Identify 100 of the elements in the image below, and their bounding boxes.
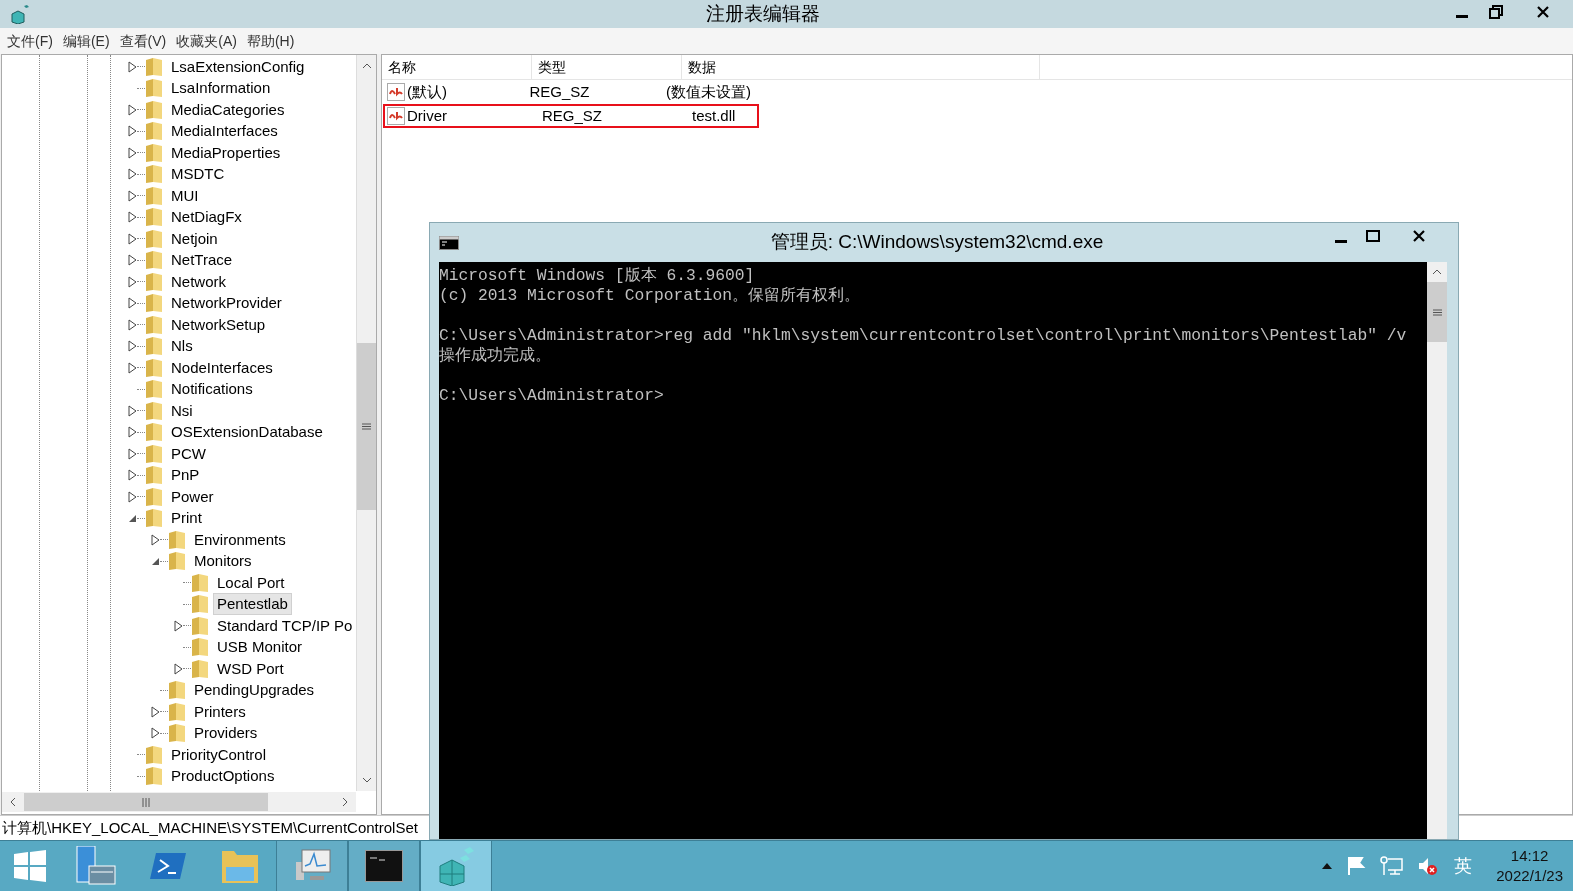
expand-arrow-icon[interactable] <box>128 340 137 353</box>
string-value-icon <box>387 83 405 101</box>
expand-arrow-icon[interactable] <box>128 125 137 138</box>
expand-arrow-icon[interactable] <box>128 404 137 417</box>
folder-icon <box>145 508 163 529</box>
powershell-icon[interactable] <box>148 851 188 881</box>
tree-item[interactable]: Printers <box>190 700 250 723</box>
tree-item[interactable]: NetworkSetup <box>167 313 270 336</box>
menu-item[interactable]: 帮助(H) <box>241 30 300 52</box>
console-icon[interactable] <box>365 850 403 882</box>
expand-arrow-icon[interactable] <box>128 232 137 245</box>
tree-item[interactable]: Network <box>167 270 230 293</box>
column-header[interactable]: 名称 <box>382 55 532 79</box>
tree-item[interactable]: PendingUpgrades <box>190 679 319 702</box>
folder-icon <box>168 701 186 722</box>
tree-item[interactable]: MediaInterfaces <box>167 120 282 143</box>
tree-item[interactable]: MediaProperties <box>167 141 285 164</box>
tree-item[interactable]: NodeInterfaces <box>167 356 277 379</box>
scroll-up-icon[interactable] <box>361 63 372 69</box>
menu-item[interactable]: 编辑(E) <box>57 30 115 52</box>
expand-arrow-icon[interactable] <box>151 533 160 546</box>
folder-icon <box>168 680 186 701</box>
tree-item[interactable]: WSD Port <box>213 657 288 680</box>
registry-value-row[interactable]: Driver REG_SZ test.dll <box>383 104 759 128</box>
expand-arrow-icon[interactable] <box>174 619 183 632</box>
expand-arrow-icon[interactable] <box>128 297 137 310</box>
console-title: 管理员: C:\Windows\system32\cmd.exe <box>769 230 1105 255</box>
menu-item[interactable]: 查看(V) <box>114 30 172 52</box>
flag-icon[interactable] <box>1346 856 1367 876</box>
tree-item[interactable]: Providers <box>190 722 262 745</box>
scrollbar[interactable] <box>356 55 376 791</box>
folder-icon <box>168 723 186 744</box>
expand-arrow-icon[interactable] <box>151 727 160 740</box>
tree-item[interactable]: Monitors <box>190 550 256 573</box>
expand-arrow-icon[interactable] <box>128 275 137 288</box>
expand-arrow-icon[interactable] <box>128 447 137 460</box>
tree-item[interactable]: Standard TCP/IP Po <box>213 614 356 637</box>
tree-item[interactable]: Nls <box>167 335 197 358</box>
tree-item[interactable]: Nsi <box>167 399 197 422</box>
show-hidden-icons-icon[interactable] <box>1322 863 1333 869</box>
expand-arrow-icon[interactable] <box>128 490 137 503</box>
registry-value-row[interactable]: (默认) REG_SZ (数值未设置) <box>383 80 759 104</box>
scroll-left-icon[interactable] <box>10 797 16 807</box>
tree-item[interactable]: PriorityControl <box>167 743 271 766</box>
expand-arrow-icon[interactable] <box>151 705 160 718</box>
tree-item[interactable]: Pentestlab <box>213 593 292 616</box>
scroll-down-icon[interactable] <box>361 777 372 783</box>
scroll-up-icon[interactable] <box>1432 269 1442 275</box>
console-line: (c) 2013 Microsoft Corporation。保留所有权利。 <box>439 286 861 305</box>
tree-item[interactable]: MSDTC <box>167 163 229 186</box>
tree-item[interactable]: PnP <box>167 464 204 487</box>
grip-icon <box>362 423 371 430</box>
console-line: 操作成功完成。 <box>439 346 551 365</box>
tree-item[interactable]: MUI <box>167 184 203 207</box>
expand-arrow-icon[interactable] <box>128 168 137 181</box>
network-icon[interactable] <box>1380 856 1405 876</box>
tree-item[interactable]: ProductOptions <box>167 765 279 788</box>
tree-item[interactable]: NetDiagFx <box>167 206 246 229</box>
scroll-right-icon[interactable] <box>342 797 348 807</box>
expand-arrow-icon[interactable] <box>128 60 137 73</box>
tree-item[interactable]: NetTrace <box>167 249 237 272</box>
scrollbar[interactable] <box>1427 262 1447 839</box>
menu-item[interactable]: 文件(F) <box>2 30 58 52</box>
clock[interactable]: 14:12 2022/1/23 <box>1496 846 1563 886</box>
tree-item[interactable]: OSExtensionDatabase <box>167 421 327 444</box>
expand-arrow-icon[interactable] <box>128 469 137 482</box>
expand-arrow-icon[interactable] <box>128 211 137 224</box>
expand-arrow-icon[interactable] <box>128 103 137 116</box>
expand-arrow-icon[interactable] <box>174 662 183 675</box>
taskbar-app[interactable] <box>348 841 420 891</box>
collapse-arrow-icon[interactable] <box>151 556 160 566</box>
expand-arrow-icon[interactable] <box>128 254 137 267</box>
tree-item[interactable]: Netjoin <box>167 227 222 250</box>
taskbar-app[interactable] <box>276 841 348 891</box>
expand-arrow-icon[interactable] <box>128 146 137 159</box>
tree-item[interactable]: PCW <box>167 442 210 465</box>
console-line: C:\Users\Administrator> <box>439 386 664 405</box>
tree-item[interactable]: Local Port <box>213 571 289 594</box>
folder-icon <box>145 379 163 400</box>
tree-item[interactable]: LsaInformation <box>167 77 275 100</box>
tree-item[interactable]: MediaCategories <box>167 98 289 121</box>
column-header[interactable]: 类型 <box>532 55 682 79</box>
tree-item[interactable]: Power <box>167 485 218 508</box>
folder-icon <box>145 465 163 486</box>
tree-item[interactable]: LsaExtensionConfig <box>167 55 309 78</box>
menu-item[interactable]: 收藏夹(A) <box>171 30 242 52</box>
expand-arrow-icon[interactable] <box>128 318 137 331</box>
horizontal-scrollbar[interactable] <box>2 792 356 812</box>
tree-item[interactable]: USB Monitor <box>213 636 307 659</box>
expand-arrow-icon[interactable] <box>128 361 137 374</box>
collapse-arrow-icon[interactable] <box>128 513 137 523</box>
tree-item[interactable]: Environments <box>190 528 290 551</box>
folder-icon <box>191 572 209 593</box>
tree-item[interactable]: NetworkProvider <box>167 292 286 315</box>
tree-item[interactable]: Notifications <box>167 378 257 401</box>
folder-icon <box>191 615 209 636</box>
expand-arrow-icon[interactable] <box>128 426 137 439</box>
column-header[interactable]: 数据 <box>682 55 1040 79</box>
tree-item[interactable]: Print <box>167 507 206 530</box>
expand-arrow-icon[interactable] <box>128 189 137 202</box>
